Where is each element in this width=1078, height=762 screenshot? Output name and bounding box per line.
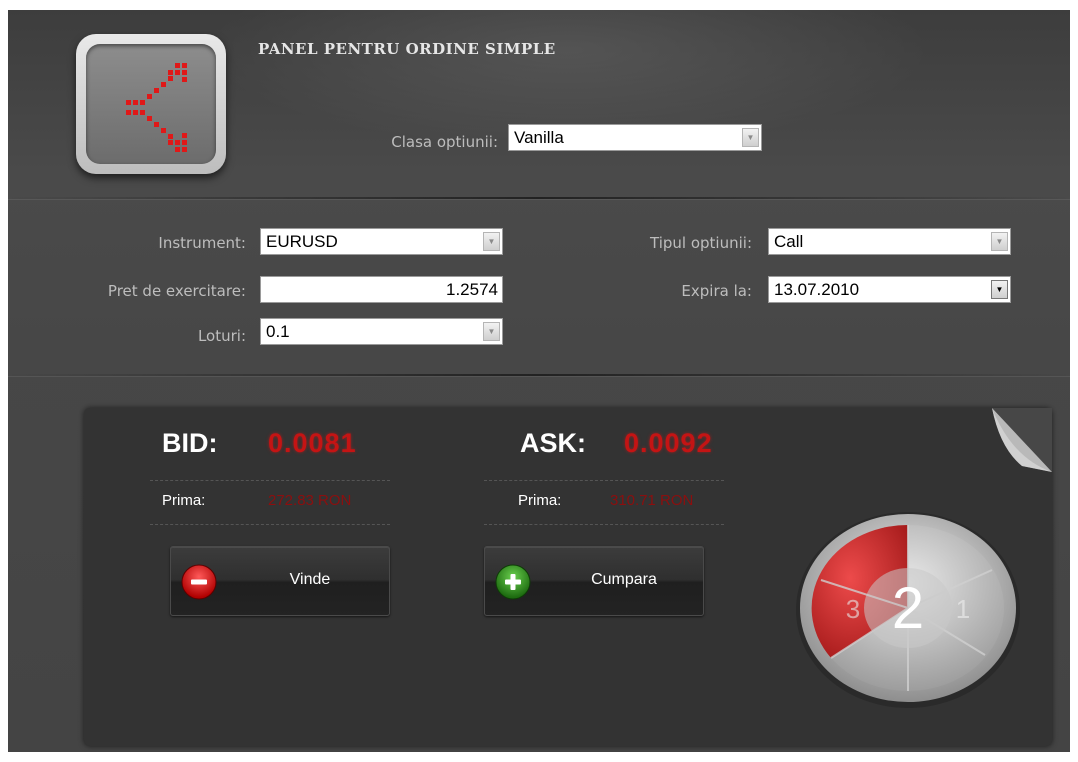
split-arrows-icon xyxy=(126,63,187,152)
ask-premium-value: 310.71 RON xyxy=(610,492,694,509)
option-type-value: Call xyxy=(774,232,804,251)
minus-icon xyxy=(181,564,217,600)
strike-label: Pret de exercitare: xyxy=(107,282,246,300)
option-type-label: Tipul optiunii: xyxy=(650,234,752,252)
expiry-date-picker[interactable]: 13.07.2010 ▼ xyxy=(768,276,1011,303)
chevron-down-icon[interactable]: ▼ xyxy=(742,128,759,147)
divider xyxy=(150,480,390,481)
buy-button[interactable]: Cumpara xyxy=(484,546,704,616)
panel-title: PANEL PENTRU ORDINE SIMPLE xyxy=(258,40,556,58)
chevron-down-icon[interactable]: ▼ xyxy=(483,232,500,251)
countdown-timer: 3 1 2 xyxy=(796,512,1020,708)
divider xyxy=(484,524,724,525)
strike-value: 1.2574 xyxy=(446,280,498,299)
chevron-down-icon[interactable]: ▼ xyxy=(483,322,500,341)
calendar-dropdown-icon[interactable]: ▼ xyxy=(991,280,1008,299)
instrument-select[interactable]: EURUSD ▼ xyxy=(260,228,503,255)
lots-select[interactable]: 0.1 ▼ xyxy=(260,318,503,345)
option-class-label: Clasa optiunii: xyxy=(391,133,498,151)
option-class-select[interactable]: Vanilla ▼ xyxy=(508,124,762,151)
bid-premium-label: Prima: xyxy=(162,492,206,509)
lots-value: 0.1 xyxy=(266,322,290,341)
bid-value: 0.0081 xyxy=(268,428,357,458)
sell-button[interactable]: Vinde xyxy=(170,546,390,616)
sell-button-label: Vinde xyxy=(289,571,331,588)
order-panel: PANEL PENTRU ORDINE SIMPLE Clasa optiuni… xyxy=(8,10,1070,752)
expiry-value: 13.07.2010 xyxy=(774,280,860,299)
instrument-label: Instrument: xyxy=(158,234,246,252)
app-logo xyxy=(76,34,226,174)
ask-premium-label: Prima: xyxy=(518,492,562,509)
bid-premium-value: 272.83 RON xyxy=(268,492,352,509)
dial-right-number: 1 xyxy=(956,594,970,624)
dial-current-number: 2 xyxy=(892,576,924,641)
page-fold-corner xyxy=(992,408,1052,472)
divider xyxy=(484,480,724,481)
instrument-value: EURUSD xyxy=(266,232,338,251)
strike-input[interactable]: 1.2574 xyxy=(260,276,503,303)
logo-inner xyxy=(86,44,216,164)
divider xyxy=(8,197,1070,199)
bid-label: BID: xyxy=(162,428,218,458)
buy-button-label: Cumpara xyxy=(591,571,657,588)
divider xyxy=(8,374,1070,376)
ask-label: ASK: xyxy=(520,428,586,458)
option-class-value: Vanilla xyxy=(514,128,564,147)
plus-icon xyxy=(495,564,531,600)
dial-left-number: 3 xyxy=(846,594,860,624)
option-type-select[interactable]: Call ▼ xyxy=(768,228,1011,255)
lots-label: Loturi: xyxy=(197,327,246,345)
chevron-down-icon[interactable]: ▼ xyxy=(991,232,1008,251)
divider xyxy=(150,524,390,525)
expiry-label: Expira la: xyxy=(681,282,752,300)
ask-value: 0.0092 xyxy=(624,428,713,458)
